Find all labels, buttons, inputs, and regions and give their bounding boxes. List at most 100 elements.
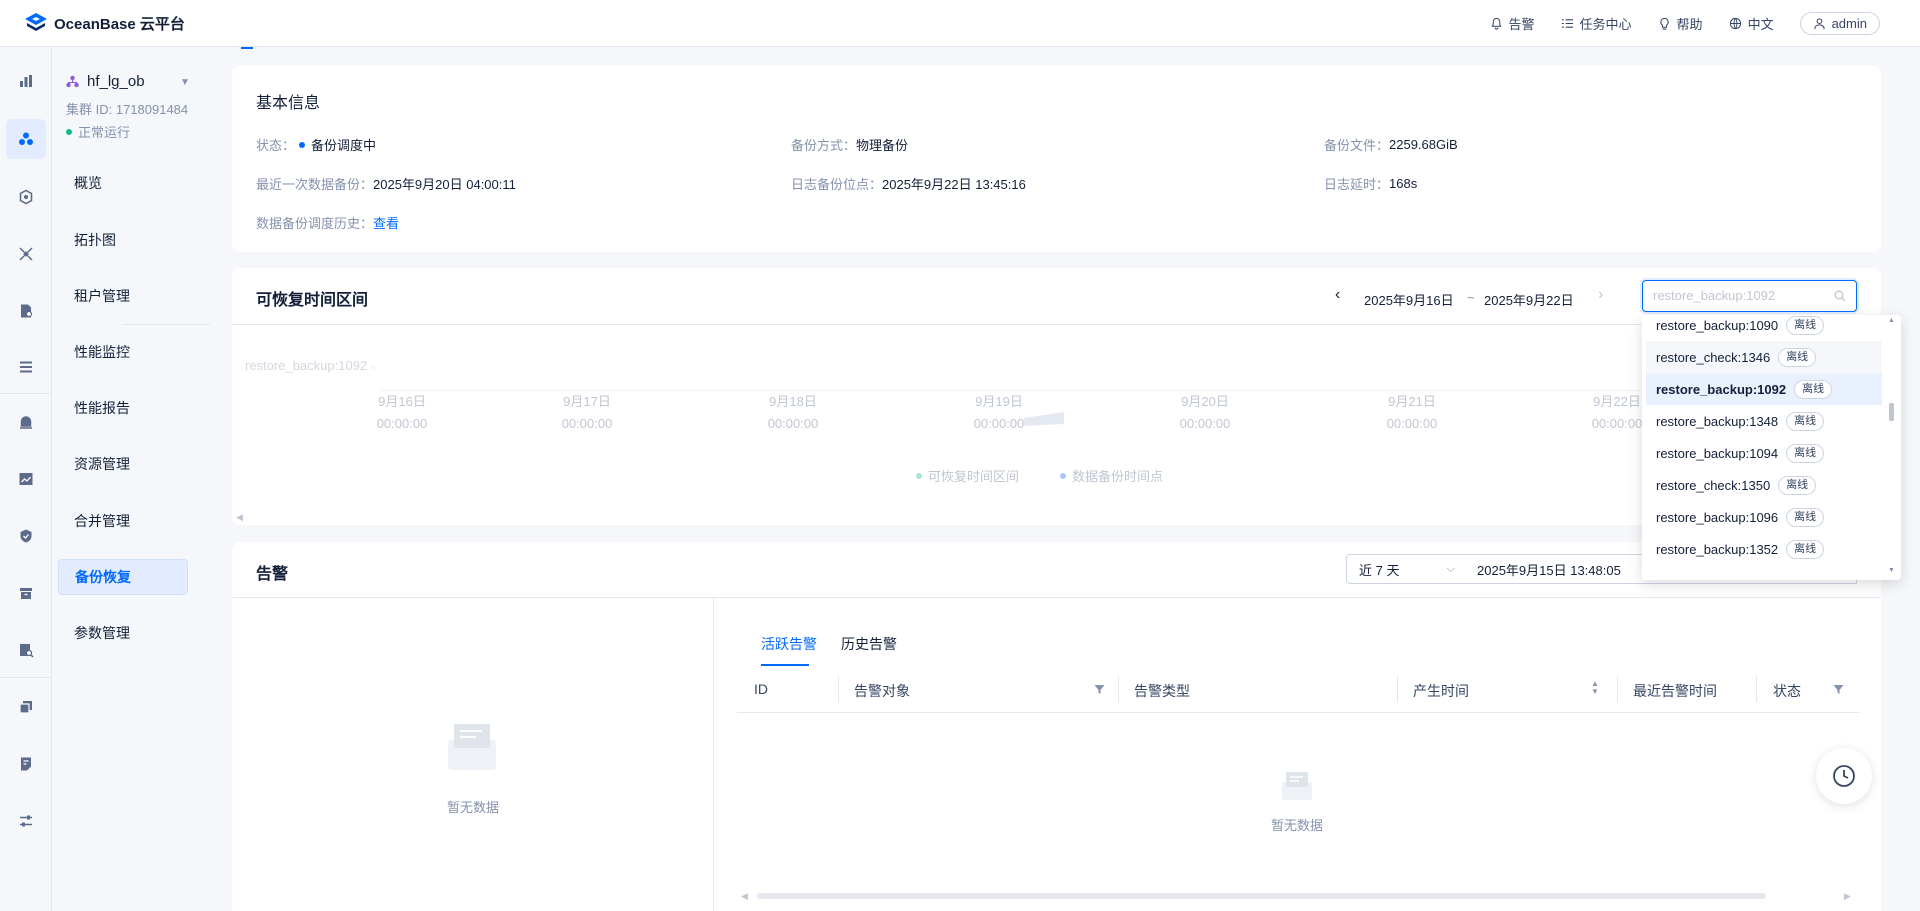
dropdown-option[interactable]: restore_backup:1096 离线 [1646,501,1882,533]
legend-recoverable: 可恢复时间区间 [916,466,1019,485]
cluster-selector[interactable]: hf_lg_ob [66,73,145,90]
alarm-menu[interactable]: 告警 [1490,14,1535,33]
task-center-label: 任务中心 [1579,17,1632,32]
sidebar-item-merge[interactable]: 合并管理 [58,503,188,539]
page-scrollbar[interactable] [1908,47,1914,911]
cluster-icon[interactable] [16,129,36,149]
sidebar-item-resources[interactable]: 资源管理 [58,446,188,482]
rail-divider [0,677,52,678]
tick-date: 9月20日 [1181,394,1229,409]
dropdown-option[interactable]: restore_backup:1094 离线 [1646,437,1882,469]
filter-icon[interactable] [1094,684,1105,695]
task-center-menu[interactable]: 任务中心 [1561,14,1632,33]
shield-icon[interactable] [16,526,36,546]
tab-active-underline [761,664,809,666]
language-menu[interactable]: 中文 [1729,14,1774,33]
tenant-search-input[interactable]: restore_backup:1092 [1642,280,1857,312]
user-icon [1813,18,1825,30]
prev-range-icon[interactable]: ‹ [1335,286,1340,304]
column-separator [1756,676,1757,702]
bell-icon [1491,17,1502,30]
scroll-down-icon[interactable]: ▼ [1888,567,1895,574]
chevron-down-icon[interactable]: ▼ [180,77,190,88]
sql-diagnose-icon[interactable] [16,640,36,660]
period-value: 近 7 天 [1359,562,1400,578]
range-start[interactable]: 2025年9月16日 [1364,290,1454,309]
sidebar-item-tenants[interactable]: 租户管理 [58,278,188,314]
next-range-icon[interactable]: › [1598,286,1603,304]
period-select[interactable]: 近 7 天 ⌵ [1346,554,1466,584]
file-edit-icon[interactable] [16,754,36,774]
filter-icon[interactable] [1833,684,1844,695]
column-alarm-object: 告警对象 [854,683,910,699]
option-name: restore_check:1346 [1656,349,1771,365]
tab-active-alarms[interactable]: 活跃告警 [761,634,817,654]
topology-icon[interactable] [16,244,36,264]
timeline-tick-label: 9月17日 00:00:00 [557,391,617,435]
alarm-rail-icon[interactable] [16,413,36,433]
tab-history-alarms[interactable]: 历史告警 [841,634,897,654]
range-end[interactable]: 2025年9月22日 [1484,290,1574,309]
sidebar-item-overview[interactable]: 概览 [58,165,188,201]
tick-time: 00:00:00 [767,416,819,431]
cluster-status: 正常运行 [66,122,130,141]
sidebar-item-performance[interactable]: 性能监控 [58,334,188,370]
column-created-time: 产生时间 [1413,683,1469,699]
dropdown-option[interactable]: restore_check:1350 离线 [1646,469,1882,501]
help-menu[interactable]: 帮助 [1658,14,1703,33]
sidebar-item-report[interactable]: 性能报告 [58,390,188,426]
dropdown-scrollbar[interactable]: ▲ ▼ [1887,315,1897,580]
dashboard-icon[interactable] [16,71,36,91]
scroll-right-icon[interactable]: ▶ [1844,891,1851,902]
panel-divider [713,597,714,911]
sidebar-item-params[interactable]: 参数管理 [58,615,188,651]
log-delay-label: 日志延时： [1324,177,1390,192]
history-float-button[interactable] [1816,748,1872,804]
option-name: restore_backup:1096 [1656,509,1779,525]
lightbulb-icon [1659,17,1669,30]
dropdown-option[interactable]: restore_backup:1090 离线 [1646,315,1882,341]
tick-date: 9月18日 [769,394,817,409]
sort-icon[interactable]: ▲ ▼ [1591,680,1599,696]
cluster-status-text: 正常运行 [78,125,131,140]
horizontal-scrollbar[interactable] [757,893,1766,899]
column-separator [838,676,839,702]
scroll-up-icon[interactable]: ▲ [1888,317,1895,324]
sidebar-item-backup[interactable]: 备份恢复 [58,559,188,595]
scroll-left-icon[interactable]: ◀ [741,891,748,902]
scrollbar-thumb[interactable] [1889,403,1894,421]
dropdown-option[interactable]: restore_backup:1352 离线 [1646,533,1882,565]
document-search-icon[interactable] [16,301,36,321]
legend-recoverable-label: 可恢复时间区间 [928,469,1020,484]
log-point-label: 日志备份位点： [791,177,883,192]
tick-date: 9月16日 [378,394,426,409]
table-header-border [737,712,1859,713]
list-icon [1561,19,1573,28]
empty-box-icon [448,724,496,770]
empty-left-text: 暂无数据 [446,800,499,815]
user-menu[interactable]: admin [1799,12,1880,35]
trend-chart-icon[interactable] [16,469,36,489]
scroll-left-icon[interactable]: ◀ [236,512,243,523]
column-separator [1118,676,1119,702]
legend-backup-point: 数据备份时间点 [1060,466,1163,485]
view-history-link[interactable]: 查看 [373,213,399,232]
status-tag: 离线 [1786,315,1825,335]
rail-divider [0,393,52,394]
timeline-tick-label: 9月21日 00:00:00 [1382,391,1442,435]
dropdown-option-selected[interactable]: restore_backup:1092 离线 [1646,373,1882,405]
logo[interactable]: OceanBase 云平台 [24,12,185,34]
archive-icon[interactable] [16,583,36,603]
sidebar-item-topology[interactable]: 拓扑图 [58,222,188,258]
dropdown-option[interactable]: restore_check:1346 离线 [1646,341,1882,373]
empty-box-icon [1282,772,1312,800]
card-divider [232,324,1881,325]
dropdown-option[interactable]: restore_backup:1348 离线 [1646,405,1882,437]
sliders-icon[interactable] [16,811,36,831]
tenant-icon[interactable] [16,187,36,207]
copy-icon[interactable] [16,697,36,717]
list-menu-icon[interactable] [16,357,36,377]
backup-method: 备份方式： 物理备份 [791,135,908,154]
tenant-dropdown: restore_backup:1090 离线 restore_check:1346… [1642,315,1901,580]
user-name: admin [1831,16,1867,31]
